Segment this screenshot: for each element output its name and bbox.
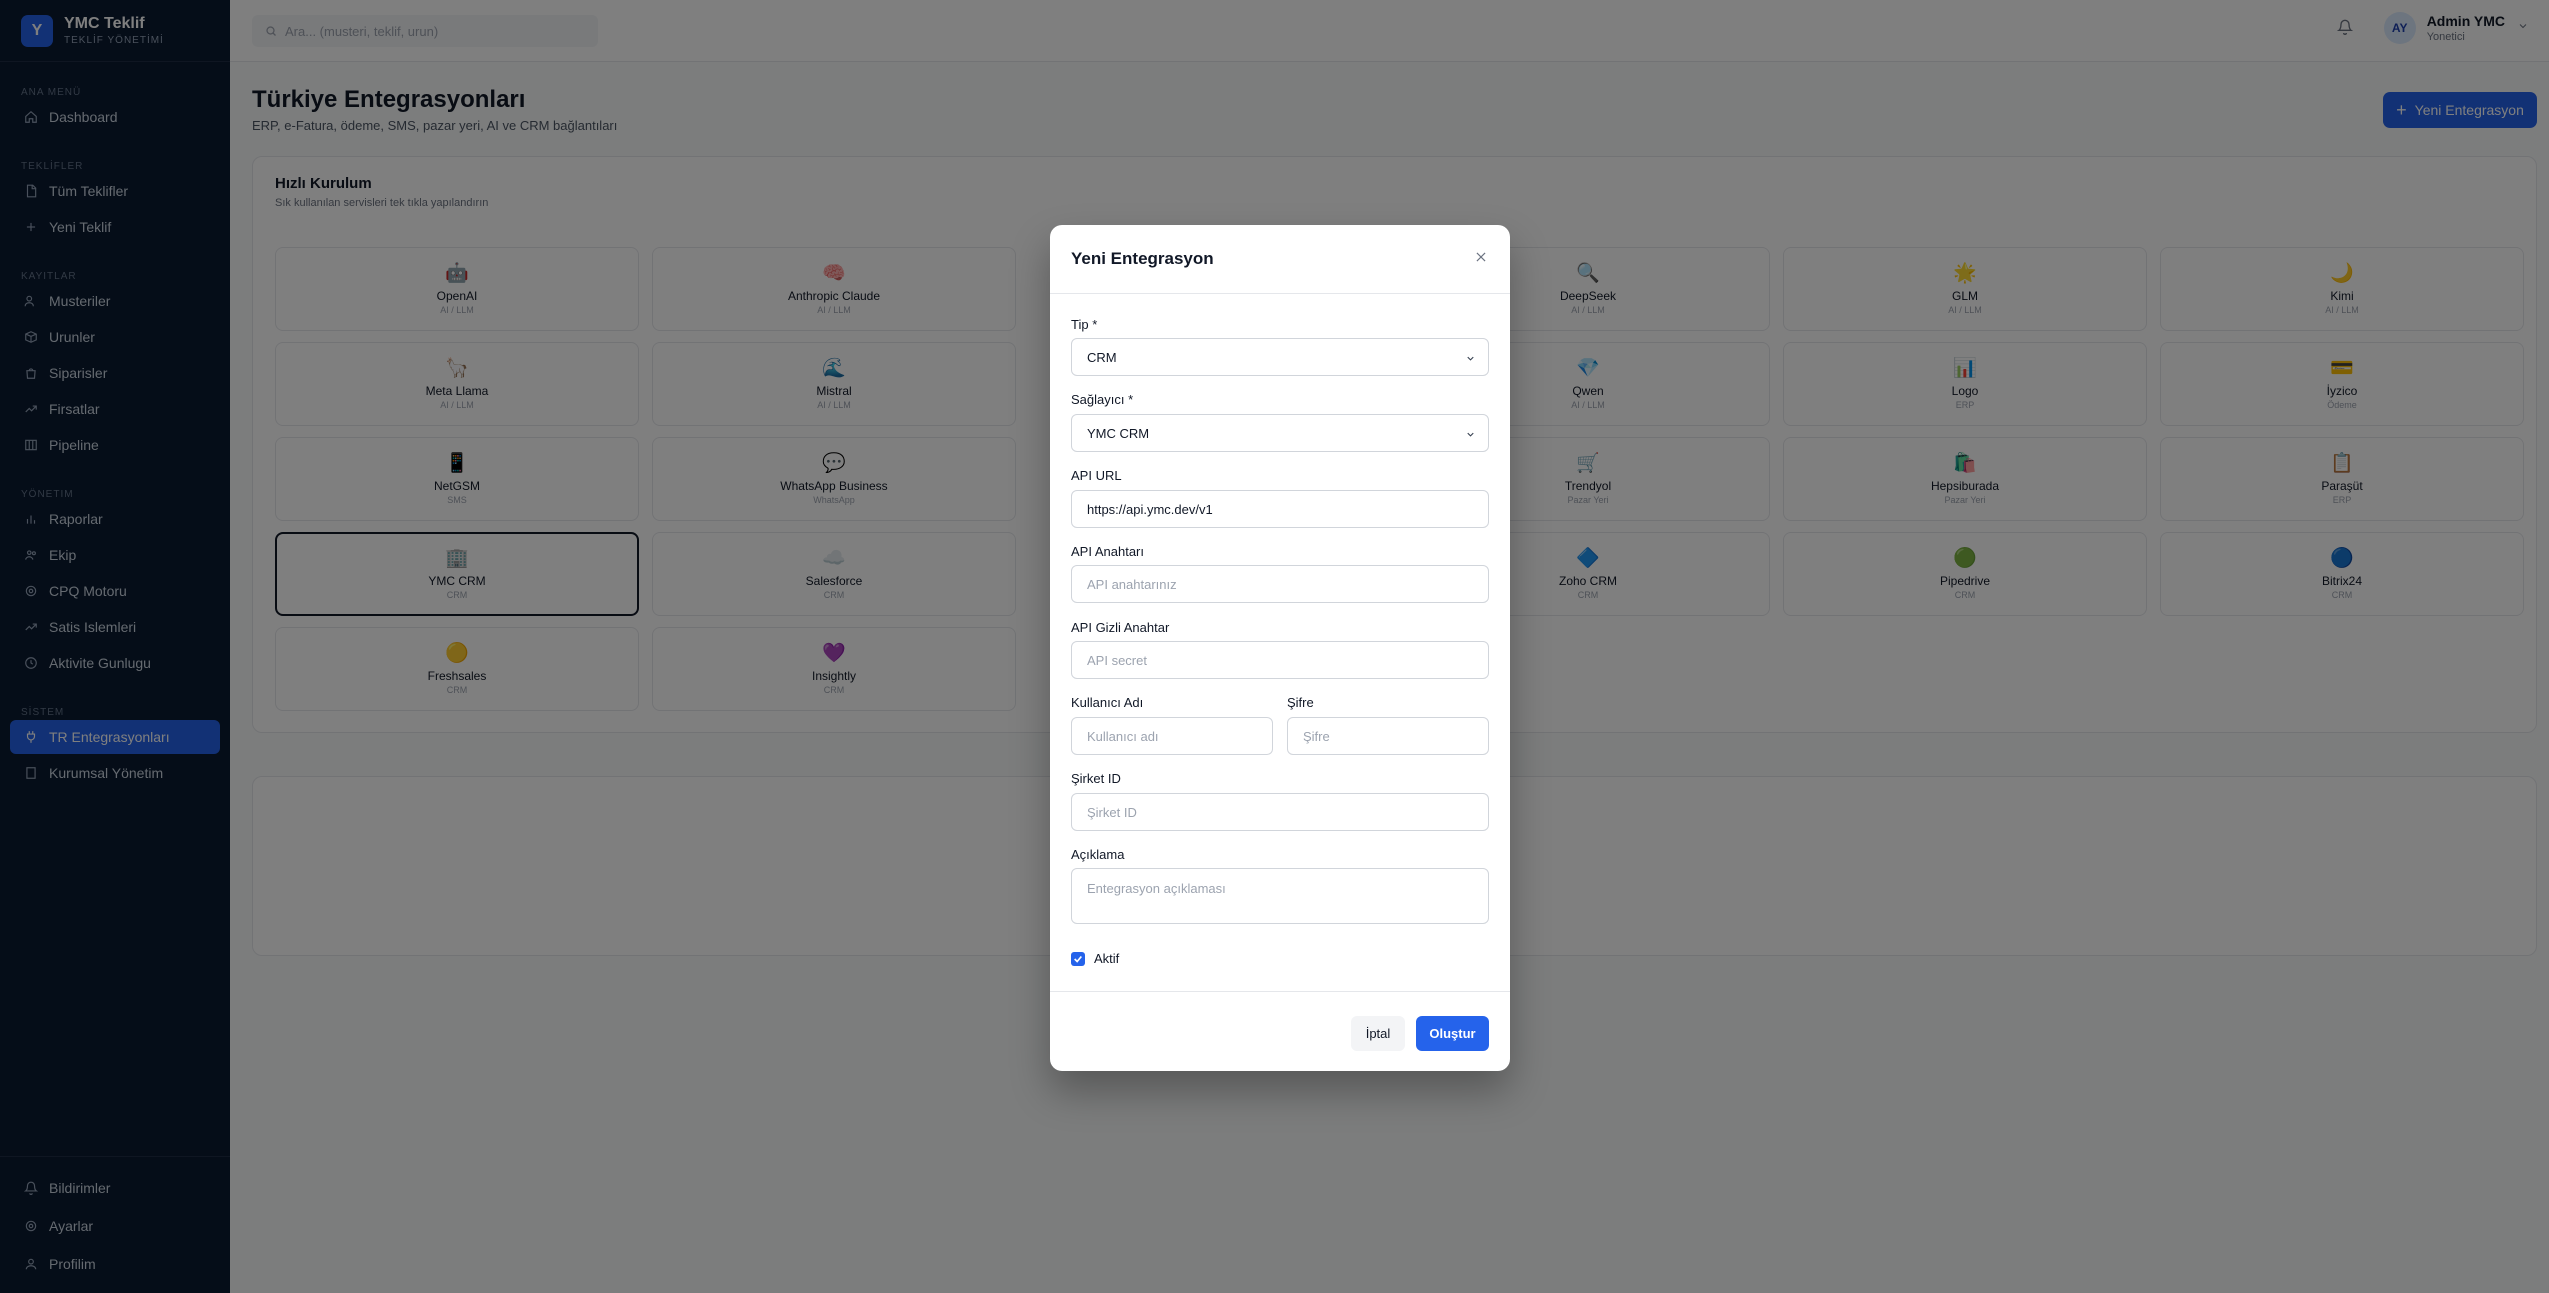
api-url-label: API URL <box>1071 468 1122 483</box>
type-label: Tip * <box>1071 317 1098 332</box>
api-key-input[interactable]: API anahtarınız <box>1071 565 1489 603</box>
api-secret-label: API Gizli Anahtar <box>1071 620 1170 635</box>
active-checkbox-row[interactable]: Aktif <box>1071 951 1119 966</box>
provider-select-value: YMC CRM <box>1087 425 1150 441</box>
new-integration-modal: Yeni Entegrasyon Tip * CRM Sağlayıcı * Y… <box>1050 225 1510 1071</box>
create-button[interactable]: Oluştur <box>1416 1016 1489 1051</box>
company-id-input[interactable]: Şirket ID <box>1071 793 1489 831</box>
active-checkbox[interactable] <box>1071 951 1085 966</box>
active-label: Aktif <box>1094 951 1120 966</box>
type-select-value: CRM <box>1087 349 1117 365</box>
provider-select[interactable]: YMC CRM <box>1071 414 1489 452</box>
chevron-down-icon <box>1465 352 1476 367</box>
password-input[interactable]: Şifre <box>1287 717 1489 755</box>
chevron-down-icon <box>1465 428 1476 443</box>
description-label: Açıklama <box>1071 847 1125 862</box>
api-url-input[interactable]: https://api.ymc.dev/v1 <box>1071 490 1489 528</box>
company-id-label: Şirket ID <box>1071 771 1121 786</box>
api-key-label: API Anahtarı <box>1071 544 1144 559</box>
username-input[interactable]: Kullanıcı adı <box>1071 717 1273 755</box>
provider-label: Sağlayıcı * <box>1071 392 1134 407</box>
type-select[interactable]: CRM <box>1071 338 1489 376</box>
cancel-button[interactable]: İptal <box>1351 1016 1405 1051</box>
username-label: Kullanıcı Adı <box>1071 695 1144 710</box>
modal-title: Yeni Entegrasyon <box>1071 249 1214 268</box>
api-secret-input[interactable]: API secret <box>1071 641 1489 679</box>
description-textarea[interactable]: Entegrasyon açıklaması <box>1071 868 1489 924</box>
password-label: Şifre <box>1287 695 1314 710</box>
close-icon[interactable] <box>1474 250 1488 269</box>
